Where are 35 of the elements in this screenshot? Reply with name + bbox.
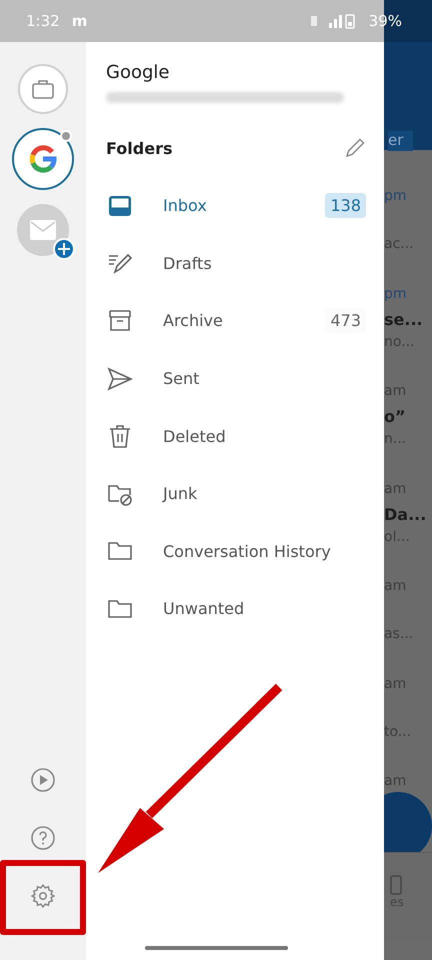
envelope-icon bbox=[30, 220, 56, 240]
folder-count: 138 bbox=[325, 193, 366, 218]
add-account-button[interactable] bbox=[17, 204, 69, 256]
settings-icon bbox=[30, 883, 56, 909]
notification-letter: m bbox=[72, 12, 88, 30]
edit-icon[interactable] bbox=[344, 137, 366, 159]
plus-icon bbox=[53, 238, 75, 260]
help-icon bbox=[30, 825, 56, 851]
folder-item[interactable]: Unwanted bbox=[106, 580, 366, 638]
email-time: pm bbox=[384, 188, 408, 206]
g-logo bbox=[28, 144, 58, 174]
email-subject: o” bbox=[384, 407, 407, 428]
folder-count: 473 bbox=[325, 308, 366, 334]
account-name: Google bbox=[106, 62, 170, 83]
account-button[interactable] bbox=[18, 64, 68, 114]
folders-heading: Folders bbox=[106, 138, 172, 158]
send-icon bbox=[107, 366, 133, 392]
folder-item[interactable]: Deleted bbox=[106, 407, 366, 465]
email-subject: Da... bbox=[384, 504, 428, 526]
status-time: 1:32 bbox=[26, 12, 60, 30]
folder-item[interactable]: Junk bbox=[106, 464, 366, 523]
email-subject: se... bbox=[384, 310, 424, 330]
folder-item[interactable]: Archive 473 bbox=[106, 292, 366, 350]
email-time: pm bbox=[384, 286, 408, 304]
folder-item[interactable]: Inbox 138 bbox=[106, 177, 366, 235]
play-icon bbox=[30, 767, 56, 793]
trash-icon bbox=[107, 423, 133, 450]
briefcase-icon bbox=[32, 79, 54, 99]
folder-item[interactable]: Conversation History bbox=[106, 522, 366, 580]
signal-icon bbox=[310, 13, 357, 29]
folder-item[interactable]: Sent bbox=[106, 350, 366, 408]
folder-item[interactable]: Drafts bbox=[106, 234, 366, 292]
nav-icon bbox=[390, 875, 404, 895]
status-dot bbox=[60, 130, 72, 142]
archive-box-icon bbox=[107, 308, 133, 334]
